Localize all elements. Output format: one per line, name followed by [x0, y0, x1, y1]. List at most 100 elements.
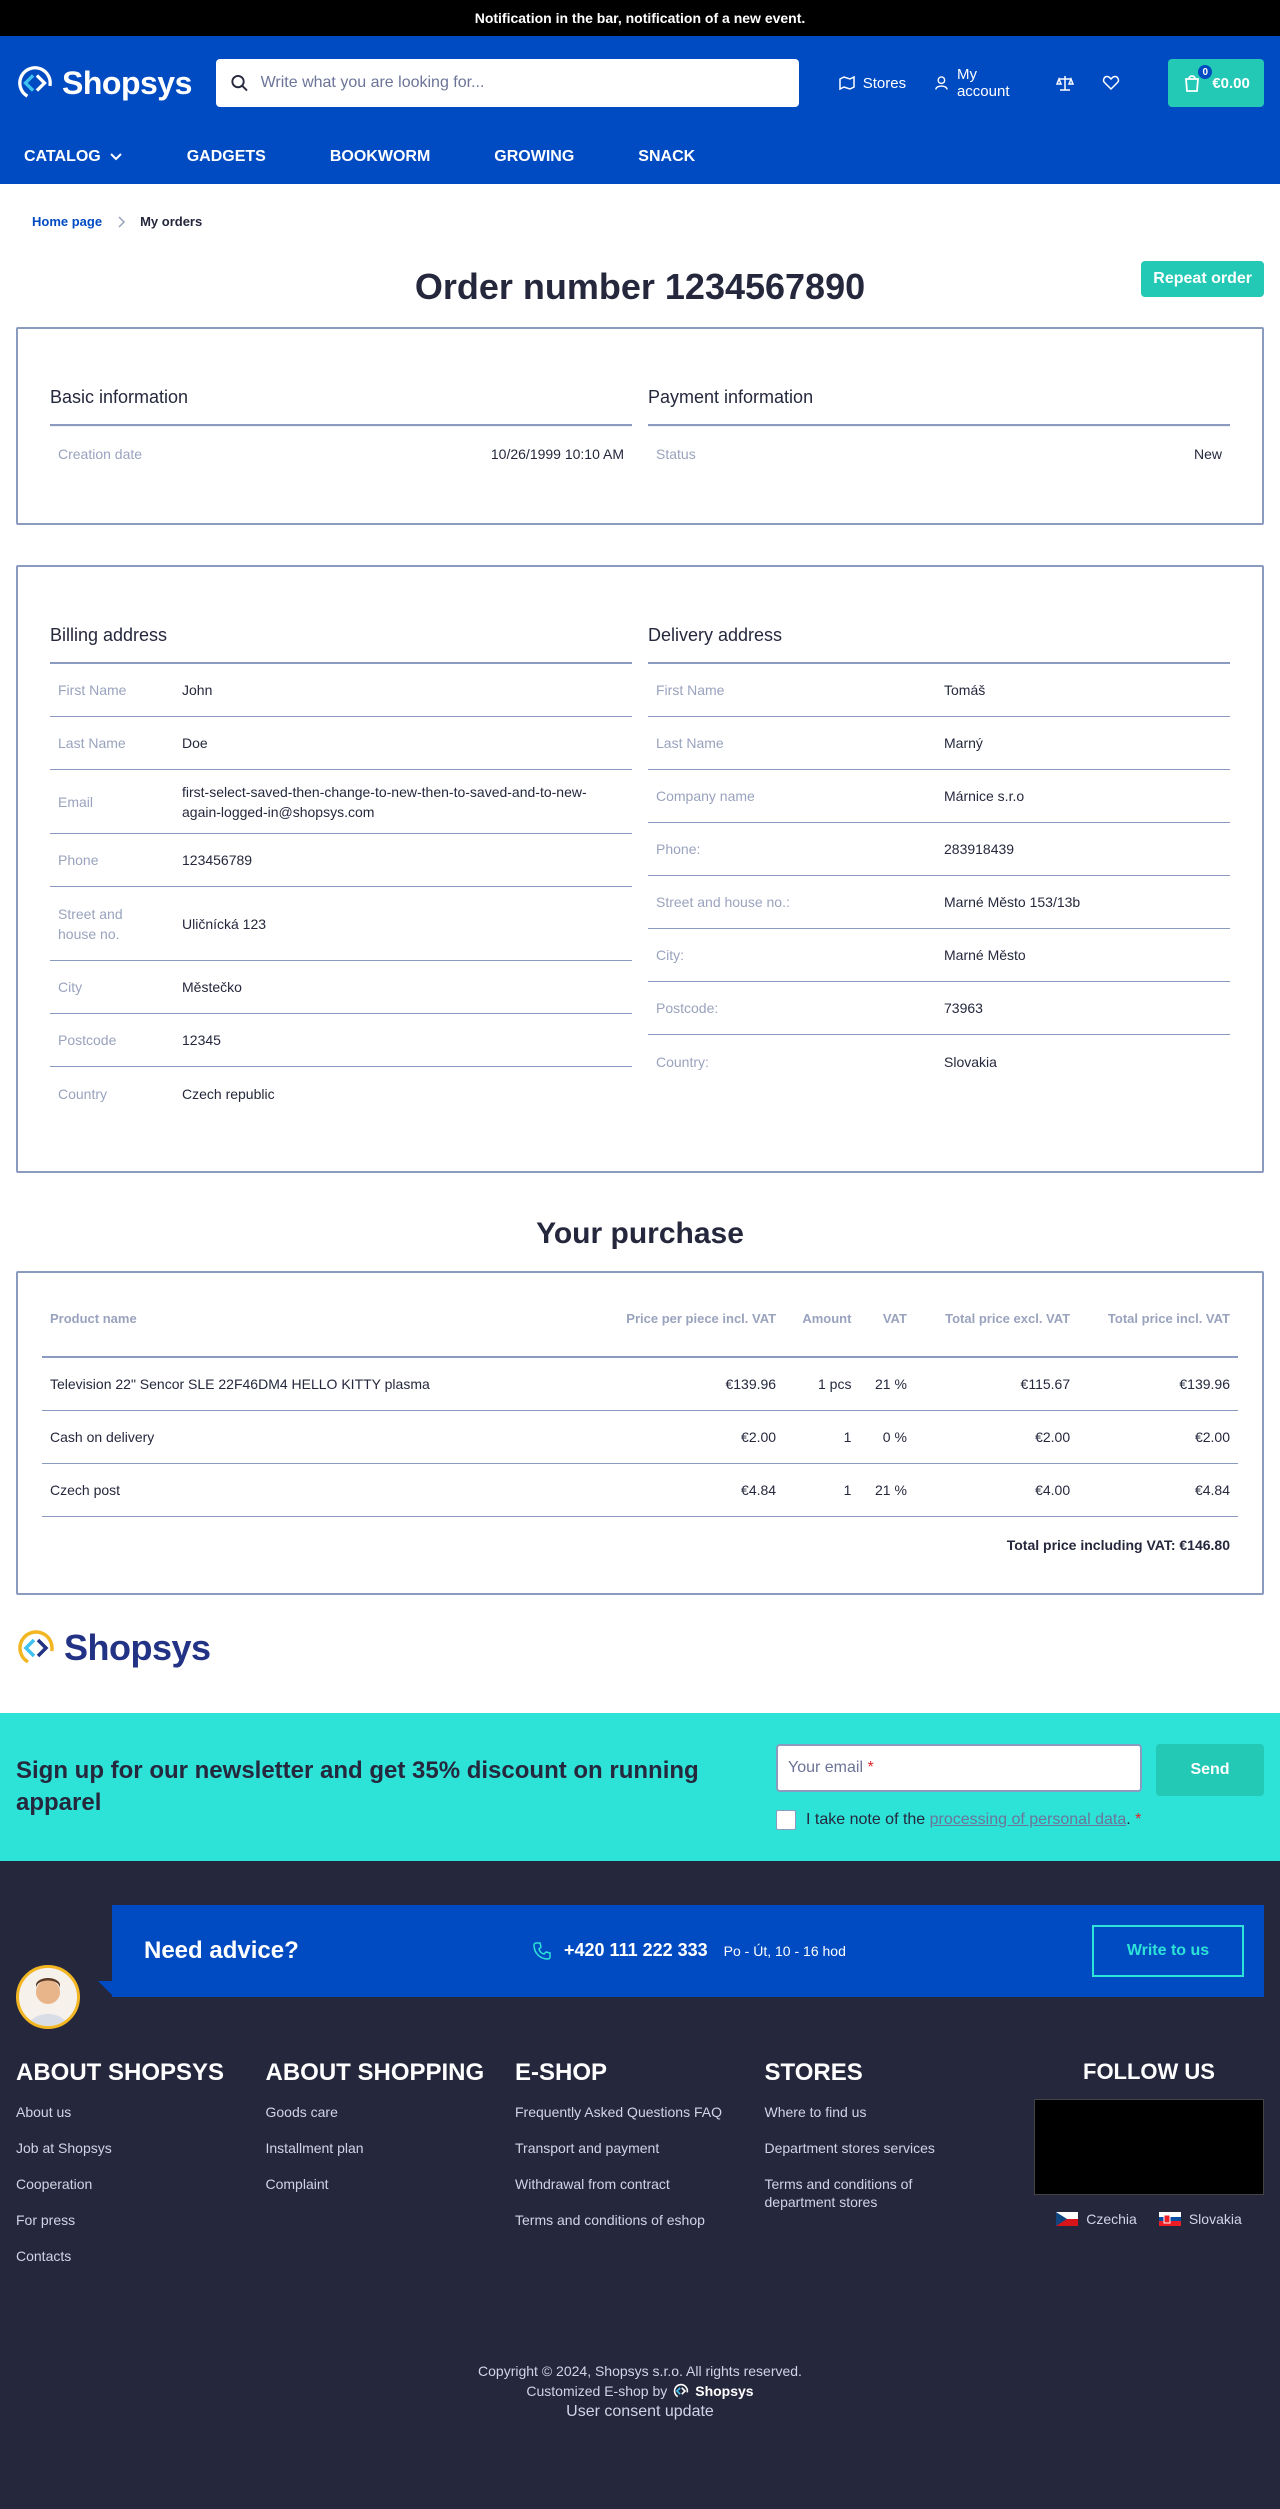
nav-catalog-label: Catalog — [24, 148, 101, 165]
creation-date-value: 10/26/1999 10:10 AM — [490, 445, 624, 462]
cell-amount: 1 pcs — [784, 1357, 860, 1411]
nav-catalog[interactable]: Catalog — [24, 148, 123, 166]
newsletter-section: Sign up for our newsletter and get 35% d… — [0, 1712, 1280, 1861]
copyright-block: Copyright © 2024, Shopsys s.r.o. All rig… — [0, 2361, 1280, 2422]
copyright-text: Copyright © 2024, Shopsys s.r.o. All rig… — [478, 2362, 802, 2379]
repeat-order-button[interactable]: Repeat order — [1141, 261, 1264, 297]
lang-slovakia[interactable]: Slovakia — [1158, 2211, 1242, 2227]
billing-row: First Name John — [50, 664, 632, 717]
delivery-row: City: Marné Město — [648, 929, 1230, 982]
heart-icon — [1103, 75, 1120, 91]
consent-row: I take note of the processing of persona… — [776, 1809, 1264, 1830]
total-price: Total price including VAT: €146.80 — [1006, 1536, 1230, 1553]
consent-update-link[interactable]: User consent update — [566, 2403, 714, 2420]
footer-link[interactable]: Cooperation — [16, 2175, 266, 2193]
advice-title: Need advice? — [144, 1936, 299, 1964]
footer-link[interactable]: Job at Shopsys — [16, 2139, 266, 2157]
footer-link[interactable]: Frequently Asked Questions FAQ — [515, 2103, 765, 2121]
delivery-key: City: — [656, 947, 684, 963]
footer-link[interactable]: Where to find us — [765, 2103, 1015, 2121]
follow-us: Follow us Czechia Slovakia — [1034, 2059, 1264, 2283]
account-link[interactable]: My account — [934, 66, 1028, 100]
cell-vat: 21 % — [859, 1463, 915, 1517]
wishlist-link[interactable] — [1102, 74, 1120, 92]
footer-link[interactable]: Department stores services — [765, 2139, 1015, 2157]
cell-product-name: Czech post — [42, 1463, 593, 1517]
delivery-value: 283918439 — [944, 841, 1015, 857]
required-mark: * — [867, 1758, 874, 1776]
nav-bookworm[interactable]: Bookworm — [330, 148, 430, 166]
billing-value: Czech republic — [182, 1085, 275, 1102]
privacy-link[interactable]: processing of personal data — [930, 1811, 1127, 1828]
footer-link[interactable]: Terms and conditions of department store… — [765, 2175, 965, 2211]
newsletter-send-button[interactable]: Send — [1156, 1743, 1264, 1796]
newsletter-email-input[interactable]: Your email * — [776, 1743, 1142, 1792]
billing-value: Městečko — [182, 979, 242, 995]
billing-title: Billing address — [50, 625, 632, 664]
compare-link[interactable] — [1056, 74, 1075, 92]
nav-snack[interactable]: Snack — [638, 148, 695, 166]
cell-product-name: Cash on delivery — [42, 1410, 593, 1464]
search-box[interactable] — [215, 59, 799, 107]
billing-row: Last Name Doe — [50, 717, 632, 770]
footer-link[interactable]: Installment plan — [266, 2139, 516, 2157]
billing-value: Uličnícká 123 — [182, 915, 267, 932]
billing-key: Postcode — [58, 1032, 117, 1048]
status-value: New — [1193, 445, 1222, 462]
delivery-key: Company name — [656, 788, 755, 804]
delivery-value: Tomáš — [944, 682, 986, 698]
social-embed[interactable] — [1034, 2098, 1264, 2195]
delivery-title: Delivery address — [648, 625, 1230, 664]
delivery-value: Marné Město — [944, 947, 1026, 963]
delivery-row: Country: Slovakia — [648, 1035, 1230, 1088]
logo[interactable]: Shopsys — [16, 64, 200, 102]
cell-price: €4.84 — [592, 1463, 785, 1517]
newsletter-form: Your email * Send I take note of the pro… — [776, 1743, 1264, 1830]
billing-value: first-select-saved-then-change-to-new-th… — [182, 783, 587, 820]
nav-growing[interactable]: Growing — [494, 148, 574, 166]
footer-link[interactable]: Complaint — [266, 2175, 516, 2193]
cell-price: €2.00 — [592, 1410, 785, 1464]
footer-col-eshop: E-shop Frequently Asked Questions FAQ Tr… — [515, 2059, 765, 2283]
table-row: Czech post €4.84 1 21 % €4.00 €4.84 — [42, 1463, 1238, 1517]
cell-amount: 1 — [784, 1463, 860, 1517]
customized-by: Customized E-shop by Shopsys — [0, 2381, 1280, 2401]
footer-link[interactable]: About us — [16, 2103, 266, 2121]
cell-price: €139.96 — [592, 1357, 785, 1411]
language-switcher: Czechia Slovakia — [1034, 2211, 1264, 2227]
bottom-logo[interactable]: Shopsys — [16, 1625, 1280, 1671]
write-to-us-button[interactable]: Write to us — [1092, 1924, 1244, 1977]
breadcrumb-current: My orders — [140, 214, 203, 229]
required-mark: * — [1135, 1810, 1142, 1828]
delivery-key: Country: — [656, 1053, 709, 1070]
footer-link[interactable]: Withdrawal from contract — [515, 2175, 765, 2193]
phone-number[interactable]: +420 111 222 333 — [564, 1940, 708, 1961]
consent-checkbox[interactable] — [776, 1809, 796, 1830]
scales-icon — [1056, 76, 1075, 91]
email-placeholder: Your email — [788, 1758, 864, 1776]
stores-link[interactable]: Stores — [838, 75, 906, 92]
billing-key: Phone — [58, 852, 99, 868]
footer-link[interactable]: Contacts — [16, 2247, 266, 2265]
footer-link[interactable]: Transport and payment — [515, 2139, 765, 2157]
billing-row: Postcode 12345 — [50, 1014, 632, 1067]
footer-link[interactable]: Goods care — [266, 2103, 516, 2121]
account-label: My account — [956, 66, 1010, 100]
billing-row: Street and house no. Uličnícká 123 — [50, 887, 632, 961]
footer-link[interactable]: For press — [16, 2211, 266, 2229]
lang-czechia[interactable]: Czechia — [1056, 2211, 1137, 2227]
cell-product-name: Television 22" Sencor SLE 22F46DM4 HELLO… — [42, 1357, 593, 1411]
creation-date-label: Creation date — [58, 445, 143, 462]
cart-button[interactable]: 0 €0.00 — [1168, 59, 1264, 107]
nav-gadgets[interactable]: Gadgets — [187, 148, 266, 166]
search-input[interactable] — [260, 74, 785, 92]
delivery-key: Last Name — [656, 735, 724, 751]
breadcrumb-home[interactable]: Home page — [32, 214, 102, 229]
col-vat: VAT — [859, 1281, 915, 1358]
billing-row: City Městečko — [50, 961, 632, 1014]
cell-total-excl: €4.00 — [914, 1463, 1079, 1517]
footer-link[interactable]: Terms and conditions of eshop — [515, 2211, 765, 2229]
billing-row: Country Czech republic — [50, 1067, 632, 1120]
footer-col-stores: Stores Where to find us Department store… — [765, 2059, 1015, 2283]
col-total-incl-vat: Total price incl. VAT — [1078, 1281, 1238, 1358]
